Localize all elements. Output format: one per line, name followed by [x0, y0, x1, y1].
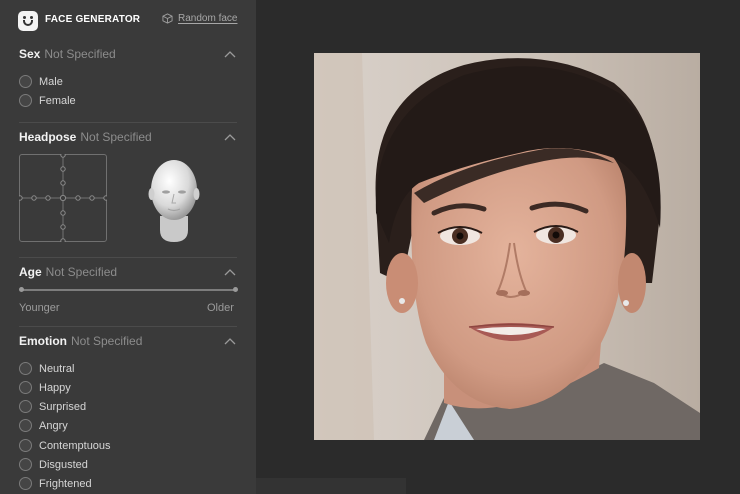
emotion-option-disgusted[interactable]: Disgusted — [19, 458, 88, 471]
cube-icon — [162, 13, 173, 24]
headpose-section-header[interactable]: Headpose Not Specified — [19, 130, 152, 144]
chevron-up-icon[interactable] — [224, 133, 236, 141]
age-slider-min-handle[interactable] — [19, 287, 24, 292]
emotion-option-surprised[interactable]: Surprised — [19, 400, 86, 413]
divider — [19, 326, 237, 327]
headpose-title: Headpose — [19, 130, 77, 144]
radio-label: Neutral — [39, 362, 75, 375]
face-illustration — [314, 53, 700, 440]
radio-button[interactable] — [19, 75, 32, 88]
emotion-option-neutral[interactable]: Neutral — [19, 362, 74, 375]
head-model-icon — [148, 160, 200, 242]
sidebar: FACE GENERATOR Random face Sex Not Specif… — [0, 0, 256, 494]
radio-button[interactable] — [19, 419, 32, 432]
age-min-label: Younger — [19, 302, 60, 314]
radio-button[interactable] — [19, 362, 32, 375]
radio-button[interactable] — [19, 458, 32, 471]
emotion-value: Not Specified — [71, 334, 143, 348]
generated-face-image — [314, 53, 700, 440]
chevron-up-icon[interactable] — [224, 50, 236, 58]
divider — [19, 257, 237, 258]
divider — [19, 122, 237, 123]
emotion-option-contemptuous[interactable]: Contemptuous — [19, 439, 111, 452]
emotion-option-frightened[interactable]: Frightened — [19, 477, 92, 490]
sex-section-header[interactable]: Sex Not Specified — [19, 47, 116, 61]
radio-button[interactable] — [19, 400, 32, 413]
radio-label: Surprised — [39, 400, 87, 413]
sex-option-female[interactable]: Female — [19, 94, 76, 107]
sex-title: Sex — [19, 47, 41, 61]
top-bar: FACE GENERATOR Random face — [0, 0, 256, 40]
age-max-label: Older — [207, 302, 234, 314]
radio-label: Happy — [39, 381, 71, 394]
radio-label: Contemptuous — [39, 439, 111, 452]
age-value: Not Specified — [45, 265, 118, 279]
radio-label: Angry — [39, 419, 68, 432]
radio-button[interactable] — [19, 381, 32, 394]
emotion-option-angry[interactable]: Angry — [19, 419, 68, 432]
emotion-option-happy[interactable]: Happy — [19, 381, 71, 394]
bottom-bar — [256, 478, 406, 494]
age-title: Age — [19, 265, 42, 279]
app-title: FACE GENERATOR — [45, 14, 141, 25]
emotion-title: Emotion — [19, 334, 67, 348]
radio-label: Male — [39, 75, 63, 88]
age-slider-max-handle[interactable] — [233, 287, 238, 292]
radio-label: Female — [39, 94, 76, 107]
headpose-value: Not Specified — [80, 130, 152, 144]
headpose-pad[interactable] — [19, 154, 107, 242]
radio-button[interactable] — [19, 94, 32, 107]
random-face-label: Random face — [178, 13, 238, 24]
radio-label: Frightened — [39, 477, 92, 490]
age-section-header[interactable]: Age Not Specified — [19, 265, 117, 279]
sex-value: Not Specified — [44, 47, 116, 61]
age-slider[interactable] — [21, 289, 236, 291]
sex-option-male[interactable]: Male — [19, 75, 63, 88]
random-face-link[interactable]: Random face — [162, 13, 237, 24]
smiley-face-icon — [18, 11, 38, 31]
radio-button[interactable] — [19, 477, 32, 490]
radio-label: Disgusted — [39, 458, 88, 471]
chevron-up-icon[interactable] — [224, 268, 236, 276]
headpose-grid — [19, 154, 107, 242]
chevron-up-icon[interactable] — [224, 337, 236, 345]
radio-button[interactable] — [19, 439, 32, 452]
emotion-section-header[interactable]: Emotion Not Specified — [19, 334, 142, 348]
